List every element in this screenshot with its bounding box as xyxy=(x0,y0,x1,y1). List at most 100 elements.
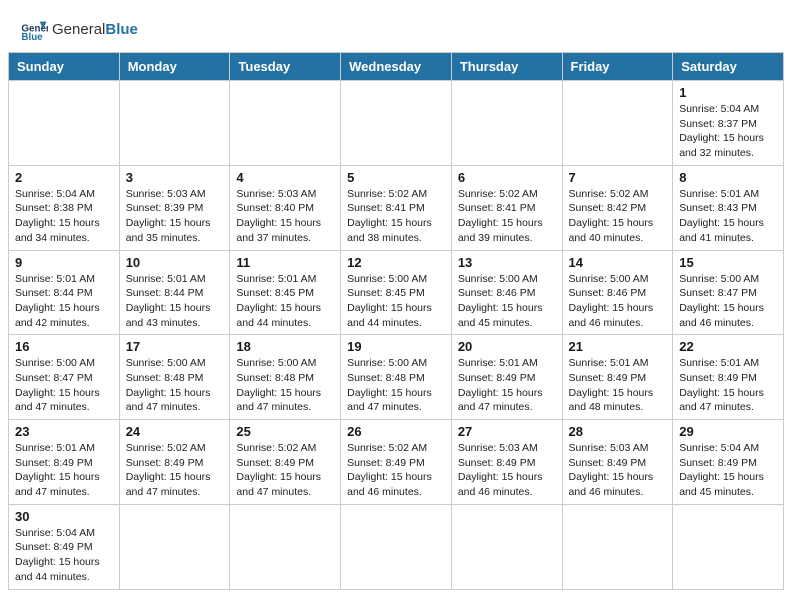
calendar-day-cell: 22 Sunrise: 5:01 AMSunset: 8:49 PMDayligh… xyxy=(673,335,784,420)
day-number: 13 xyxy=(458,255,556,270)
calendar-day-cell: 19Sunrise: 5:00 AMSunset: 8:48 PMDayligh… xyxy=(341,335,452,420)
calendar-day-cell: 14 Sunrise: 5:00 AMSunset: 8:46 PMDayligh… xyxy=(562,250,673,335)
calendar-day-cell: 28 Sunrise: 5:03 AMSunset: 8:49 PMDayligh… xyxy=(562,420,673,505)
header: General Blue GeneralBlue xyxy=(0,0,792,52)
calendar-day-cell: 3 Sunrise: 5:03 AMSunset: 8:39 PMDaylight… xyxy=(119,165,230,250)
day-info: Sunrise: 5:02 AMSunset: 8:42 PMDaylight:… xyxy=(569,187,667,246)
day-info: Sunrise: 5:02 AMSunset: 8:49 PMDaylight:… xyxy=(236,441,334,500)
day-number: 4 xyxy=(236,170,334,185)
day-number: 26 xyxy=(347,424,445,439)
day-number: 25 xyxy=(236,424,334,439)
calendar-day-cell xyxy=(230,81,341,166)
calendar-day-cell: 17 Sunrise: 5:00 AMSunset: 8:48 PMDayligh… xyxy=(119,335,230,420)
day-number: 6 xyxy=(458,170,556,185)
day-of-week-header: Thursday xyxy=(451,53,562,81)
calendar-day-cell: 6 Sunrise: 5:02 AMSunset: 8:41 PMDaylight… xyxy=(451,165,562,250)
day-number: 27 xyxy=(458,424,556,439)
day-number: 24 xyxy=(126,424,224,439)
calendar-day-cell xyxy=(673,504,784,589)
calendar-week-row: 2 Sunrise: 5:04 AMSunset: 8:38 PMDaylight… xyxy=(9,165,784,250)
generalblue-logo-icon: General Blue xyxy=(20,16,48,44)
day-info: Sunrise: 5:03 AMSunset: 8:40 PMDaylight:… xyxy=(236,187,334,246)
day-number: 5 xyxy=(347,170,445,185)
day-number: 12 xyxy=(347,255,445,270)
calendar-day-cell: 2 Sunrise: 5:04 AMSunset: 8:38 PMDaylight… xyxy=(9,165,120,250)
day-info: Sunrise: 5:02 AMSunset: 8:49 PMDaylight:… xyxy=(126,441,224,500)
day-info: Sunrise: 5:01 AMSunset: 8:44 PMDaylight:… xyxy=(126,272,224,331)
calendar-day-cell xyxy=(562,504,673,589)
logo: General Blue GeneralBlue xyxy=(20,16,138,44)
day-number: 10 xyxy=(126,255,224,270)
day-info: Sunrise: 5:04 AMSunset: 8:49 PMDaylight:… xyxy=(15,526,113,585)
day-number: 7 xyxy=(569,170,667,185)
calendar-body: 1Sunrise: 5:04 AMSunset: 8:37 PMDaylight… xyxy=(9,81,784,590)
day-info: Sunrise: 5:01 AMSunset: 8:44 PMDaylight:… xyxy=(15,272,113,331)
calendar-day-cell: 21Sunrise: 5:01 AMSunset: 8:49 PMDayligh… xyxy=(562,335,673,420)
calendar-day-cell xyxy=(341,81,452,166)
calendar-day-cell: 25 Sunrise: 5:02 AMSunset: 8:49 PMDayligh… xyxy=(230,420,341,505)
day-number: 14 xyxy=(569,255,667,270)
day-info: Sunrise: 5:01 AMSunset: 8:49 PMDaylight:… xyxy=(458,356,556,415)
day-info: Sunrise: 5:00 AMSunset: 8:48 PMDaylight:… xyxy=(126,356,224,415)
calendar-day-cell: 24 Sunrise: 5:02 AMSunset: 8:49 PMDayligh… xyxy=(119,420,230,505)
day-info: Sunrise: 5:04 AMSunset: 8:37 PMDaylight:… xyxy=(679,102,777,161)
calendar-day-cell xyxy=(562,81,673,166)
calendar-day-cell: 29 Sunrise: 5:04 AMSunset: 8:49 PMDayligh… xyxy=(673,420,784,505)
day-number: 2 xyxy=(15,170,113,185)
calendar-day-cell xyxy=(230,504,341,589)
calendar-day-cell: 18Sunrise: 5:00 AMSunset: 8:48 PMDayligh… xyxy=(230,335,341,420)
svg-text:Blue: Blue xyxy=(21,32,43,43)
day-info: Sunrise: 5:00 AMSunset: 8:47 PMDaylight:… xyxy=(15,356,113,415)
day-of-week-header: Friday xyxy=(562,53,673,81)
day-number: 16 xyxy=(15,339,113,354)
day-number: 22 xyxy=(679,339,777,354)
day-number: 9 xyxy=(15,255,113,270)
day-number: 23 xyxy=(15,424,113,439)
calendar-day-cell xyxy=(9,81,120,166)
day-info: Sunrise: 5:02 AMSunset: 8:49 PMDaylight:… xyxy=(347,441,445,500)
calendar-week-row: 30Sunrise: 5:04 AMSunset: 8:49 PMDayligh… xyxy=(9,504,784,589)
day-info: Sunrise: 5:03 AMSunset: 8:49 PMDaylight:… xyxy=(569,441,667,500)
calendar-day-cell: 16 Sunrise: 5:00 AMSunset: 8:47 PMDayligh… xyxy=(9,335,120,420)
day-info: Sunrise: 5:00 AMSunset: 8:48 PMDaylight:… xyxy=(347,356,445,415)
day-info: Sunrise: 5:00 AMSunset: 8:47 PMDaylight:… xyxy=(679,272,777,331)
day-info: Sunrise: 5:00 AMSunset: 8:46 PMDaylight:… xyxy=(569,272,667,331)
calendar-header-row: SundayMondayTuesdayWednesdayThursdayFrid… xyxy=(9,53,784,81)
day-info: Sunrise: 5:04 AMSunset: 8:49 PMDaylight:… xyxy=(679,441,777,500)
calendar-day-cell xyxy=(451,81,562,166)
day-number: 8 xyxy=(679,170,777,185)
day-info: Sunrise: 5:01 AMSunset: 8:49 PMDaylight:… xyxy=(15,441,113,500)
calendar-day-cell: 8Sunrise: 5:01 AMSunset: 8:43 PMDaylight… xyxy=(673,165,784,250)
calendar-day-cell xyxy=(119,81,230,166)
day-number: 28 xyxy=(569,424,667,439)
calendar-week-row: 23 Sunrise: 5:01 AMSunset: 8:49 PMDayligh… xyxy=(9,420,784,505)
day-info: Sunrise: 5:02 AMSunset: 8:41 PMDaylight:… xyxy=(347,187,445,246)
day-info: Sunrise: 5:01 AMSunset: 8:49 PMDaylight:… xyxy=(679,356,777,415)
calendar-day-cell: 13Sunrise: 5:00 AMSunset: 8:46 PMDayligh… xyxy=(451,250,562,335)
day-number: 20 xyxy=(458,339,556,354)
calendar-table: SundayMondayTuesdayWednesdayThursdayFrid… xyxy=(8,52,784,590)
calendar-day-cell: 5 Sunrise: 5:02 AMSunset: 8:41 PMDaylight… xyxy=(341,165,452,250)
day-number: 3 xyxy=(126,170,224,185)
day-number: 29 xyxy=(679,424,777,439)
day-info: Sunrise: 5:03 AMSunset: 8:39 PMDaylight:… xyxy=(126,187,224,246)
calendar-day-cell xyxy=(451,504,562,589)
day-info: Sunrise: 5:04 AMSunset: 8:38 PMDaylight:… xyxy=(15,187,113,246)
calendar-week-row: 1Sunrise: 5:04 AMSunset: 8:37 PMDaylight… xyxy=(9,81,784,166)
calendar-day-cell: 7 Sunrise: 5:02 AMSunset: 8:42 PMDaylight… xyxy=(562,165,673,250)
calendar-week-row: 9 Sunrise: 5:01 AMSunset: 8:44 PMDaylight… xyxy=(9,250,784,335)
day-info: Sunrise: 5:00 AMSunset: 8:45 PMDaylight:… xyxy=(347,272,445,331)
calendar-day-cell: 4 Sunrise: 5:03 AMSunset: 8:40 PMDaylight… xyxy=(230,165,341,250)
day-of-week-header: Wednesday xyxy=(341,53,452,81)
day-info: Sunrise: 5:01 AMSunset: 8:49 PMDaylight:… xyxy=(569,356,667,415)
calendar-day-cell: 10 Sunrise: 5:01 AMSunset: 8:44 PMDayligh… xyxy=(119,250,230,335)
day-info: Sunrise: 5:02 AMSunset: 8:41 PMDaylight:… xyxy=(458,187,556,246)
day-info: Sunrise: 5:00 AMSunset: 8:48 PMDaylight:… xyxy=(236,356,334,415)
calendar-day-cell xyxy=(341,504,452,589)
calendar-day-cell: 11Sunrise: 5:01 AMSunset: 8:45 PMDayligh… xyxy=(230,250,341,335)
calendar-day-cell: 26 Sunrise: 5:02 AMSunset: 8:49 PMDayligh… xyxy=(341,420,452,505)
day-info: Sunrise: 5:03 AMSunset: 8:49 PMDaylight:… xyxy=(458,441,556,500)
day-of-week-header: Saturday xyxy=(673,53,784,81)
day-number: 17 xyxy=(126,339,224,354)
calendar-wrapper: SundayMondayTuesdayWednesdayThursdayFrid… xyxy=(0,52,792,598)
